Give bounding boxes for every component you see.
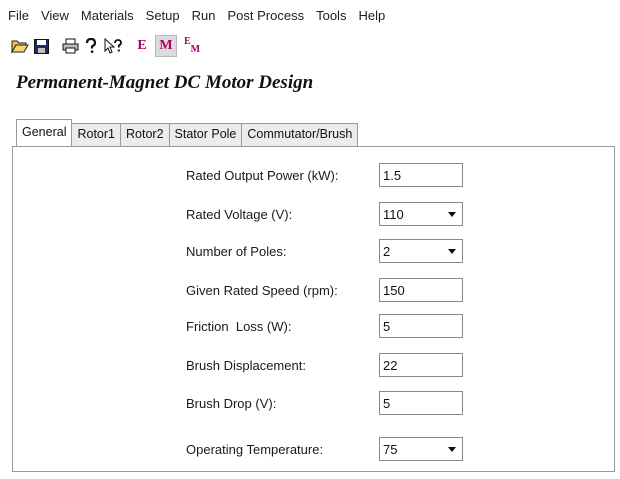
toolbar: E M E M [0, 30, 620, 62]
rated-output-power-label: Rated Output Power (kW): [186, 168, 339, 183]
print-icon[interactable] [60, 35, 80, 57]
operating-temperature-label: Operating Temperature: [186, 442, 324, 457]
menu-help[interactable]: Help [352, 8, 391, 23]
tab-stator-pole[interactable]: Stator Pole [168, 123, 243, 146]
menu-run[interactable]: Run [186, 8, 222, 23]
help-icon[interactable] [83, 35, 99, 57]
open-folder-icon[interactable] [10, 35, 30, 57]
brush-drop-field[interactable]: 5 [379, 391, 463, 415]
general-panel: Rated Output Power (kW): 1.5 Rated Volta… [12, 146, 615, 472]
brush-displacement-field[interactable]: 22 [379, 353, 463, 377]
form-row: Rated Voltage (V): 110 [13, 202, 614, 228]
tab-rotor2[interactable]: Rotor2 [120, 123, 170, 146]
brush-drop-label: Brush Drop (V): [186, 396, 277, 411]
form-row: Brush Displacement: 22 [13, 353, 614, 379]
given-rated-speed-field[interactable]: 150 [379, 278, 463, 302]
tab-strip: General Rotor1 Rotor2 Stator Pole Commut… [16, 119, 359, 146]
form-row: Given Rated Speed (rpm): 150 [13, 278, 614, 304]
m-button[interactable]: M [155, 35, 177, 57]
dropdown-arrow-icon[interactable] [448, 447, 456, 452]
dropdown-arrow-icon[interactable] [448, 249, 456, 254]
rated-output-power-field[interactable]: 1.5 [379, 163, 463, 187]
friction-loss-field[interactable]: 5 [379, 314, 463, 338]
menu-file[interactable]: File [0, 8, 35, 23]
menu-setup[interactable]: Setup [140, 8, 186, 23]
operating-temperature-select[interactable]: 75 [379, 437, 463, 461]
dropdown-arrow-icon[interactable] [448, 212, 456, 217]
tab-rotor1[interactable]: Rotor1 [71, 123, 122, 146]
rated-voltage-value: 110 [383, 207, 404, 222]
brush-displacement-label: Brush Displacement: [186, 358, 306, 373]
menu-view[interactable]: View [35, 8, 75, 23]
tab-commutator-brush[interactable]: Commutator/Brush [241, 123, 359, 146]
friction-loss-label: Friction Loss (W): [186, 319, 292, 334]
form-row: Number of Poles: 2 [13, 239, 614, 265]
operating-temperature-value: 75 [383, 442, 398, 457]
rated-voltage-label: Rated Voltage (V): [186, 207, 293, 222]
number-of-poles-select[interactable]: 2 [379, 239, 463, 263]
menu-materials[interactable]: Materials [75, 8, 140, 23]
page-title: Permanent-Magnet DC Motor Design [16, 72, 314, 93]
menu-bar: File View Materials Setup Run Post Proce… [0, 0, 620, 30]
number-of-poles-label: Number of Poles: [186, 244, 287, 259]
menu-tools[interactable]: Tools [310, 8, 352, 23]
menu-post-process[interactable]: Post Process [222, 8, 311, 23]
e-button[interactable]: E [132, 35, 152, 57]
form-row: Rated Output Power (kW): 1.5 [13, 163, 614, 189]
form-row: Operating Temperature: 75 [13, 437, 614, 463]
rated-voltage-select[interactable]: 110 [379, 202, 463, 226]
form-row: Brush Drop (V): 5 [13, 391, 614, 417]
context-help-icon[interactable] [103, 35, 123, 57]
given-rated-speed-label: Given Rated Speed (rpm): [186, 283, 338, 298]
tab-general[interactable]: General [16, 119, 73, 146]
form-row: Friction Loss (W): 5 [13, 314, 614, 340]
number-of-poles-value: 2 [383, 244, 391, 259]
em-button[interactable]: E M [180, 35, 204, 57]
save-icon[interactable] [32, 35, 50, 57]
